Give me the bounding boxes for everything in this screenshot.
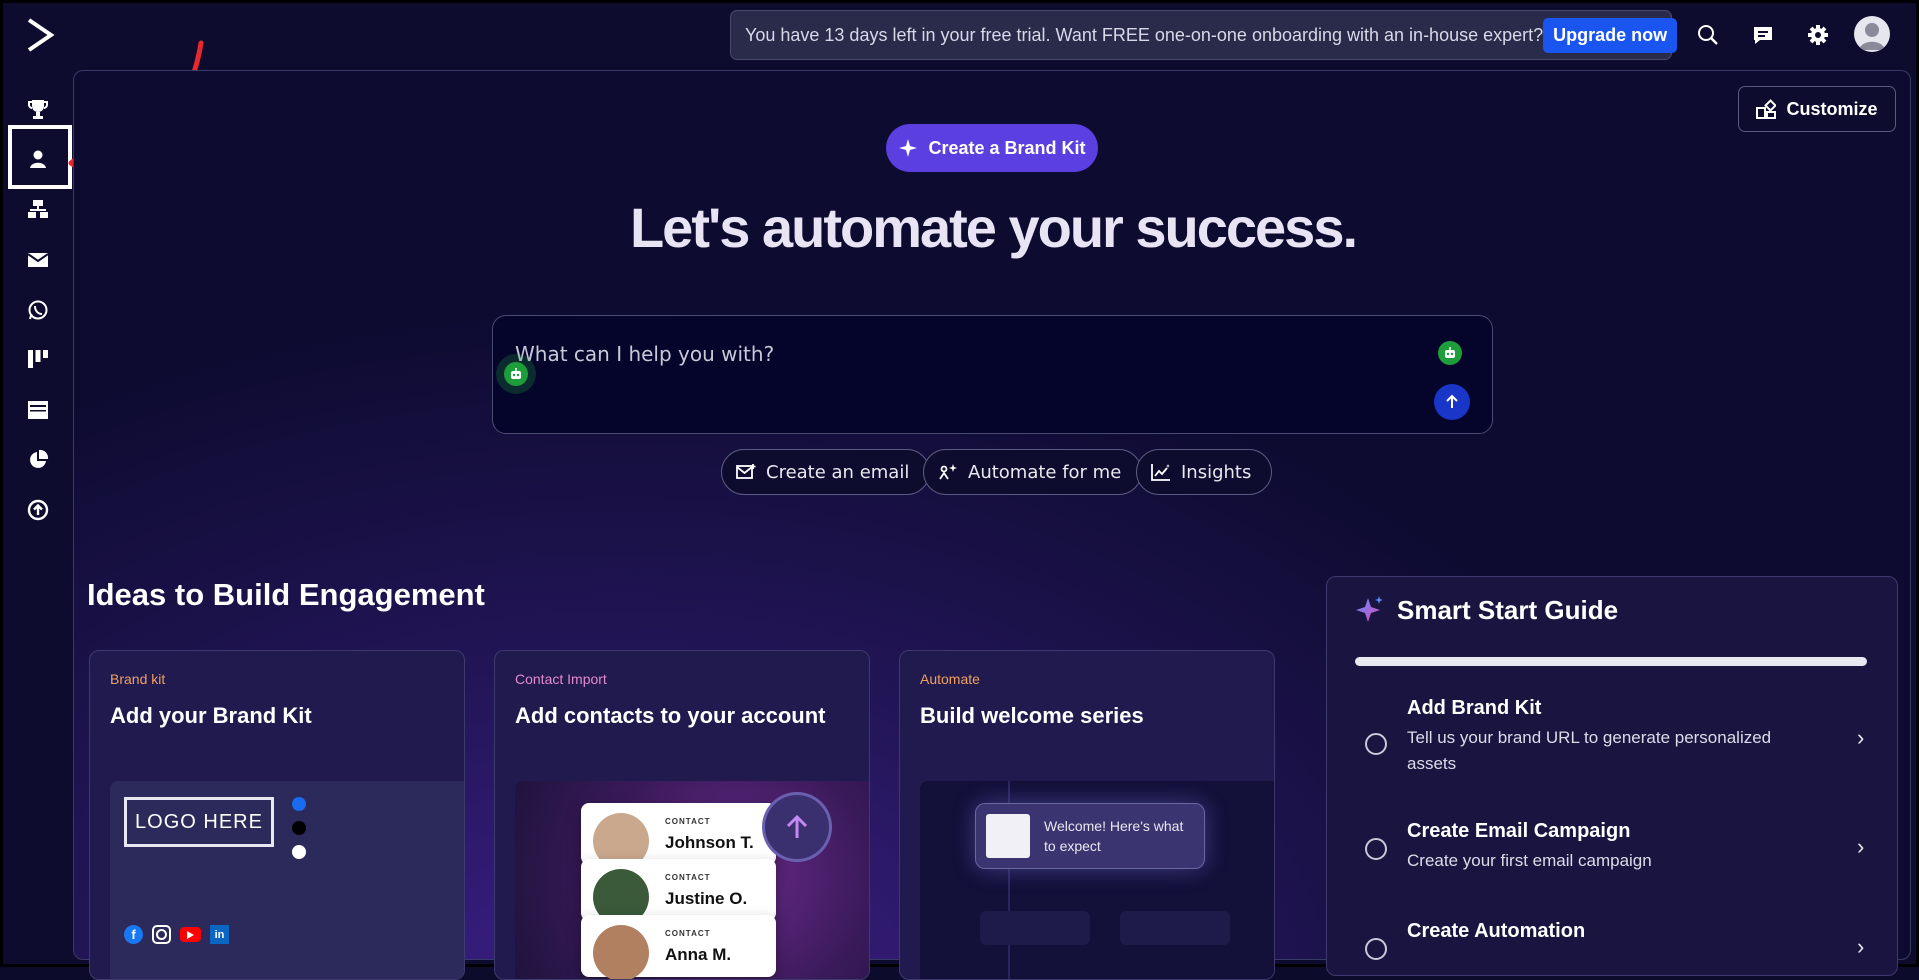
automations-icon[interactable] <box>23 195 53 225</box>
welcome-email-text: Welcome! Here's what to expect <box>1044 818 1184 854</box>
task-checkbox[interactable] <box>1365 838 1387 860</box>
chevron-right-icon[interactable]: › <box>1857 725 1864 751</box>
card-title: Add your Brand Kit <box>110 703 312 728</box>
email-icon[interactable] <box>23 245 53 275</box>
contact-tag: CONTACT <box>665 817 711 826</box>
chat-icon[interactable] <box>1748 20 1778 50</box>
ai-prompt-placeholder: What can I help you with? <box>515 342 775 366</box>
app-window: You have 13 days left in your free trial… <box>0 0 1919 980</box>
trial-banner: You have 13 days left in your free trial… <box>730 10 1678 60</box>
card-tag: Contact Import <box>515 671 607 687</box>
task-add-brand-kit[interactable]: Add Brand Kit Tell us your brand URL to … <box>1355 697 1875 797</box>
task-description: Tell us your brand URL to generate perso… <box>1407 728 1772 773</box>
ai-assistant-bot-icon <box>504 362 528 386</box>
insights-chart-icon <box>1151 464 1170 481</box>
insights-chip[interactable]: Insights <box>1136 449 1273 495</box>
facebook-icon: f <box>124 925 143 944</box>
task-title: Create Automation <box>1407 920 1586 942</box>
upgrade-now-button[interactable]: Upgrade now <box>1543 17 1678 53</box>
sparkle-icon <box>899 139 918 157</box>
smart-start-guide: Smart Start Guide Add Brand Kit Tell us … <box>1326 576 1898 976</box>
email-plus-icon <box>736 464 756 479</box>
contact-tag: CONTACT <box>665 929 711 938</box>
idea-card-welcome-series[interactable]: Automate Build welcome series Welcome! H… <box>899 650 1275 980</box>
contact-card: CONTACT Anna M. <box>581 915 776 979</box>
chip-label: Create an email <box>766 461 910 483</box>
upgrade-arrow-icon[interactable] <box>23 495 53 525</box>
contact-tag: CONTACT <box>665 873 711 882</box>
card-title: Add contacts to your account <box>515 703 826 728</box>
logo-placeholder: LOGO HERE <box>124 797 274 847</box>
whatsapp-icon[interactable] <box>23 295 53 325</box>
contact-import-preview: CONTACT Johnson T. CONTACT Justine O. CO… <box>515 781 869 979</box>
customize-button[interactable]: Customize <box>1738 86 1896 132</box>
page-headline: Let's automate your success. <box>629 196 1358 259</box>
sparkle-icon <box>1356 596 1383 622</box>
task-checkbox[interactable] <box>1365 733 1387 755</box>
settings-gear-icon[interactable] <box>1803 20 1833 50</box>
contacts-icon[interactable] <box>23 144 53 174</box>
brand-kit-preview: LOGO HERE f in <box>110 781 464 979</box>
social-icons: f in <box>124 925 229 944</box>
trophy-icon[interactable] <box>23 94 53 124</box>
create-brand-kit-label: Create a Brand Kit <box>928 137 1086 158</box>
chip-label: Automate for me <box>968 461 1122 483</box>
welcome-email-node: Welcome! Here's what to expect <box>975 803 1205 869</box>
chevron-right-icon[interactable]: › <box>1857 834 1864 860</box>
card-tag: Automate <box>920 671 980 687</box>
ai-prompt-input[interactable]: What can I help you with? <box>492 315 1493 434</box>
contact-name: Johnson T. <box>665 833 754 852</box>
chip-label: Insights <box>1181 461 1252 483</box>
customize-label: Customize <box>1786 98 1878 119</box>
welcome-series-preview: Welcome! Here's what to expect <box>920 781 1274 979</box>
contact-name: Anna M. <box>665 945 732 964</box>
automate-sparkle-icon <box>939 464 957 480</box>
task-title: Add Brand Kit <box>1407 697 1542 719</box>
ideas-section-title: Ideas to Build Engagement <box>87 577 485 612</box>
instagram-icon <box>152 925 171 944</box>
linkedin-icon: in <box>210 925 229 944</box>
idea-card-contact-import[interactable]: Contact Import Add contacts to your acco… <box>494 650 870 980</box>
search-icon[interactable] <box>1693 20 1723 50</box>
contact-avatar <box>593 925 649 979</box>
contact-name: Justine O. <box>665 889 748 908</box>
website-icon[interactable] <box>23 395 53 425</box>
youtube-icon <box>180 927 201 942</box>
email-thumbnail-icon <box>986 814 1030 858</box>
customize-icon <box>1756 99 1777 119</box>
send-prompt-button[interactable] <box>1434 384 1470 420</box>
ai-bot-icon[interactable] <box>1438 341 1462 365</box>
flow-node <box>980 911 1090 945</box>
create-an-email-chip[interactable]: Create an email <box>721 449 931 495</box>
contact-card: CONTACT Justine O. <box>581 859 776 925</box>
activecampaign-logo-icon[interactable] <box>25 17 55 53</box>
task-create-automation[interactable]: Create Automation › <box>1355 920 1875 975</box>
color-swatch-blue <box>292 797 306 811</box>
card-title: Build welcome series <box>920 703 1144 728</box>
arrow-up-icon <box>1446 394 1458 408</box>
idea-card-brand-kit[interactable]: Brand kit Add your Brand Kit LOGO HERE f… <box>89 650 465 980</box>
trial-banner-text: You have 13 days left in your free trial… <box>745 24 1544 45</box>
chevron-right-icon[interactable]: › <box>1857 934 1864 960</box>
color-swatch-black <box>292 821 306 835</box>
reports-pie-icon[interactable] <box>23 445 53 475</box>
card-tag: Brand kit <box>110 671 166 687</box>
task-description: Create your first email campaign <box>1407 851 1652 870</box>
automate-for-me-chip[interactable]: Automate for me <box>923 449 1143 495</box>
task-checkbox[interactable] <box>1365 938 1387 960</box>
user-avatar[interactable] <box>1854 16 1890 52</box>
guide-title: Smart Start Guide <box>1397 595 1619 625</box>
task-title: Create Email Campaign <box>1407 820 1631 842</box>
contact-card: CONTACT Johnson T. <box>581 803 776 869</box>
deals-pipeline-icon[interactable] <box>23 344 53 374</box>
flow-node <box>1120 911 1230 945</box>
upload-arrow-icon <box>765 795 829 859</box>
color-swatch-white <box>292 845 306 859</box>
guide-progress-bar <box>1355 657 1867 666</box>
create-brand-kit-button[interactable]: Create a Brand Kit <box>886 124 1098 172</box>
task-create-email-campaign[interactable]: Create Email Campaign Create your first … <box>1355 820 1875 880</box>
